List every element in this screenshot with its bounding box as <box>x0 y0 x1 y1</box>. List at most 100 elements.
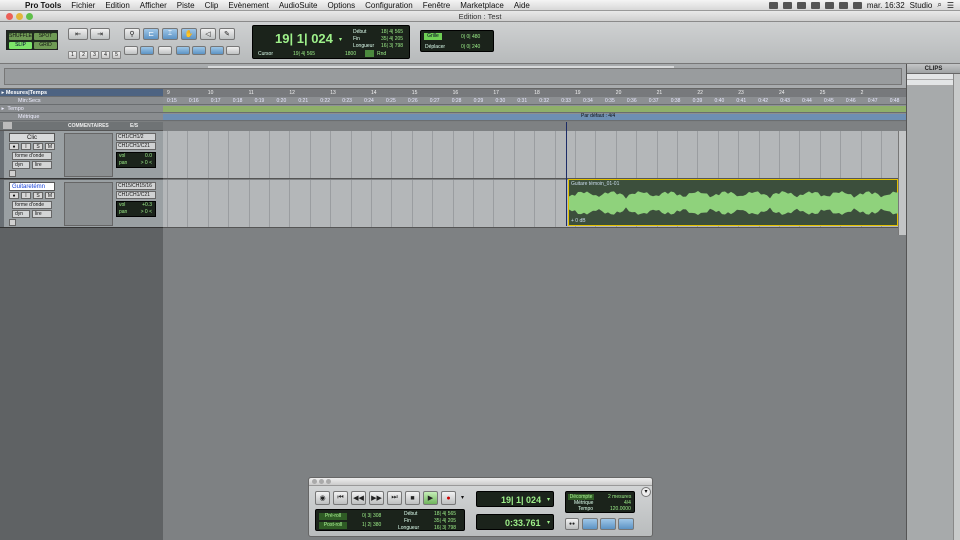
grid-toggle-button[interactable]: Grille <box>424 33 442 40</box>
input-monitor-button[interactable]: I <box>21 192 31 199</box>
stop-button[interactable]: ■ <box>405 491 420 505</box>
track-output-selector[interactable]: CH1/CH1/C21 <box>116 191 156 199</box>
track-comments-field[interactable] <box>64 182 113 226</box>
tempo-ruler[interactable]: ▸ Tempo <box>0 105 906 113</box>
solo-button[interactable]: S <box>33 143 43 150</box>
menu-configuration[interactable]: Configuration <box>360 1 418 10</box>
menu-fenetre[interactable]: Fenêtre <box>418 1 456 10</box>
track-view-selector[interactable]: forme d'onde <box>12 152 52 160</box>
scrubber-tool-button[interactable]: ◁ <box>200 28 216 40</box>
spot-mode-button[interactable]: SPOT <box>34 33 57 40</box>
trim-tool-button[interactable]: ⊏ <box>143 28 159 40</box>
conductor-button[interactable] <box>582 518 598 530</box>
menu-evenement[interactable]: Evènement <box>223 1 273 10</box>
transport-sub-counter[interactable]: 0:33.761 ▾ <box>476 514 554 530</box>
record-button[interactable]: ● <box>441 491 456 505</box>
track-output-selector[interactable]: CH1/CH1/C21 <box>116 142 156 150</box>
track-expand-icon[interactable] <box>9 170 16 177</box>
length-value[interactable]: 16| 3| 798 <box>434 525 456 531</box>
bars-beats-ruler[interactable]: ▸ Mesures|Temps 9 10 11 12 13 14 15 16 17 18 19 20 2… <box>0 89 906 97</box>
slip-mode-button[interactable]: SLIP <box>9 42 32 49</box>
menu-piste[interactable]: Piste <box>172 1 200 10</box>
selector-tool-button[interactable]: ⌶ <box>162 28 178 40</box>
rewind-button[interactable]: ◀◀ <box>351 491 366 505</box>
tool-option-5[interactable] <box>192 46 206 55</box>
zoom-in-button[interactable]: ⇥ <box>90 28 110 40</box>
length-value[interactable]: 16| 3| 798 <box>381 43 403 49</box>
fast-forward-button[interactable]: ▶▶ <box>369 491 384 505</box>
transport-main-counter[interactable]: 19| 1| 024 ▾ <box>476 491 554 507</box>
zoomer-tool-button[interactable]: ⚲ <box>124 28 140 40</box>
link-icon[interactable] <box>365 50 374 57</box>
menu-app[interactable]: Pro Tools <box>20 1 66 10</box>
track-input-selector[interactable]: CH1/CH1/2 <box>116 133 156 141</box>
track-input-selector[interactable]: CH15/CH15/16 <box>116 182 156 190</box>
zoom-transport-button[interactable] <box>326 479 331 484</box>
wifi-icon[interactable] <box>810 1 820 9</box>
track-view-selector[interactable]: forme d'onde <box>12 201 52 209</box>
automation-mode-selector[interactable]: lire <box>32 210 52 218</box>
track-options-icon[interactable] <box>3 122 12 129</box>
zoom-preset-3[interactable]: 3 <box>90 51 99 59</box>
minsecs-ruler[interactable]: Min:Secs 0:15 0:16 0:17 0:18 0:19 0:20 0:21 0:2… <box>0 97 906 105</box>
online-button[interactable]: ◉ <box>315 491 330 505</box>
solo-button[interactable]: S <box>33 192 43 199</box>
main-counter-display[interactable]: 19| 1| 024 ▾ Cursor 19| 4| 565 1800 Rnd … <box>252 25 410 59</box>
end-value[interactable]: 35| 4| 205 <box>434 518 456 524</box>
clips-scrollbar[interactable] <box>953 74 960 540</box>
zoom-out-button[interactable]: ⇤ <box>68 28 88 40</box>
track-header-clic[interactable]: Clic ● I S M forme d'onde dyn lire CH1/C… <box>0 131 163 179</box>
preroll-value[interactable]: 0| 3| 308 <box>362 513 381 519</box>
tool-option-4[interactable] <box>176 46 190 55</box>
track-lane-clic[interactable] <box>163 131 898 179</box>
chevron-down-icon[interactable]: ▾ <box>339 36 342 43</box>
mute-button[interactable]: M <box>45 192 55 199</box>
zoom-preset-2[interactable]: 2 <box>79 51 88 59</box>
track-name[interactable]: Clic <box>9 133 55 142</box>
tempo-value[interactable]: 120.0000 <box>610 506 631 512</box>
wait-for-note-button[interactable] <box>618 518 634 530</box>
track-name[interactable]: Guitaretémn <box>9 182 55 191</box>
start-value[interactable]: 18| 4| 565 <box>434 511 456 517</box>
meter-ruler[interactable]: Métrique Par défaut : 4/4 <box>0 113 906 121</box>
transport-chevron-icon[interactable]: ▾ <box>461 494 464 501</box>
metronome-button[interactable] <box>600 518 616 530</box>
track-vol-pan-display[interactable]: vol 0.0 pan > 0 < <box>116 152 156 168</box>
bluetooth-icon[interactable] <box>782 1 792 9</box>
time-machine-icon[interactable] <box>796 1 806 9</box>
menu-options[interactable]: Options <box>323 1 361 10</box>
grabber-tool-button[interactable]: ✋ <box>181 28 197 40</box>
clips-panel-title[interactable]: CLIPS <box>907 64 960 74</box>
flag-icon[interactable] <box>838 1 848 9</box>
menu-aide[interactable]: Aide <box>509 1 535 10</box>
midi-merge-button[interactable]: ●● <box>565 518 579 530</box>
counter-chevron-icon[interactable]: ▾ <box>547 496 550 503</box>
menubar-clock[interactable]: mar. 16:32 <box>867 1 905 10</box>
zoom-preset-4[interactable]: 4 <box>101 51 110 59</box>
automation-mode-selector[interactable]: lire <box>32 161 52 169</box>
start-value[interactable]: 18| 4| 565 <box>381 29 403 35</box>
automation-dyn-selector[interactable]: dyn <box>12 210 30 218</box>
pencil-tool-button[interactable]: ✎ <box>219 28 235 40</box>
close-transport-button[interactable] <box>312 479 317 484</box>
menubar-user[interactable]: Studio <box>910 1 933 10</box>
postroll-value[interactable]: 1| 2| 380 <box>362 522 381 528</box>
meter-marker-text[interactable]: Par défaut : 4/4 <box>581 113 615 119</box>
close-window-button[interactable] <box>6 13 13 20</box>
transport-titlebar[interactable] <box>309 478 652 486</box>
grid-value[interactable]: 0| 0| 480 <box>461 34 480 40</box>
track-zoom-controls[interactable] <box>898 131 906 235</box>
record-arm-button[interactable]: ● <box>9 192 19 199</box>
transport-options-icon[interactable]: ▾ <box>641 487 651 497</box>
menu-afficher[interactable]: Afficher <box>135 1 172 10</box>
mute-button[interactable]: M <box>45 143 55 150</box>
zoom-preset-1[interactable]: 1 <box>68 51 77 59</box>
grid-mode-button[interactable]: GRID <box>34 42 57 49</box>
status-icon[interactable] <box>768 1 778 9</box>
menu-marketplace[interactable]: Marketplace <box>455 1 509 10</box>
spotlight-icon[interactable]: ⌕ <box>937 0 941 10</box>
tool-option-6[interactable] <box>210 46 224 55</box>
tool-option-3[interactable] <box>158 46 172 55</box>
track-expand-icon[interactable] <box>9 219 16 226</box>
play-button[interactable]: ▶ <box>423 491 438 505</box>
